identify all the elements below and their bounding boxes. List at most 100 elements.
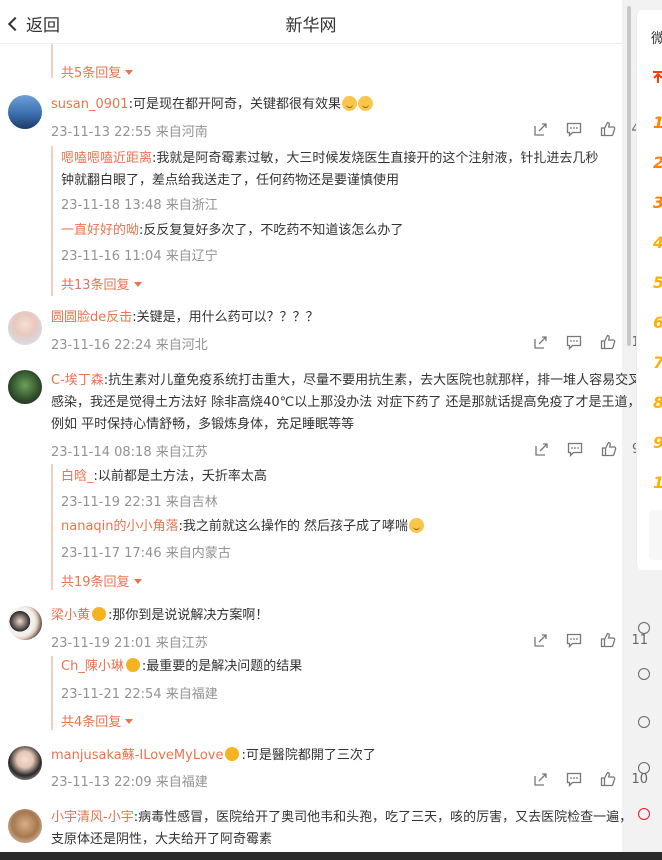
crown-badge-icon	[225, 747, 240, 761]
comment-meta: 23-11-14 08:18 来自江苏	[51, 445, 208, 460]
reply-author[interactable]: 白晗_	[61, 469, 94, 484]
reply-meta: 23-11-16 11:04 来自辽宁	[61, 249, 218, 264]
comment-meta: 23-11-19 21:01 来自江苏	[51, 636, 208, 651]
comment-icon[interactable]	[557, 120, 591, 138]
rank-number[interactable]: 4	[653, 233, 662, 252]
page-title: 新华网	[285, 16, 337, 36]
comment-text: :关键是，用什么药可以？？？？	[132, 310, 319, 325]
comment-actions: 11	[523, 631, 648, 649]
like-icon[interactable]	[591, 120, 625, 138]
rank-number[interactable]: 8	[653, 393, 662, 412]
rank-number[interactable]: 5	[653, 273, 662, 292]
avatar[interactable]	[8, 95, 42, 129]
pinned-arrow-icon	[651, 70, 662, 84]
comment-actions: 42	[523, 120, 648, 138]
reply-item: nanaqin的小小角落:我之前就这么操作的 然后孩子成了哮喘	[61, 516, 601, 538]
comment-body: manjusaka蘇-ILoveMyLove :可是醫院都開了三次了	[51, 745, 644, 767]
rank-number[interactable]: 9	[653, 433, 662, 452]
comment-author[interactable]: manjusaka蘇-ILoveMyLove	[51, 748, 223, 763]
comment-icon[interactable]	[557, 631, 591, 649]
caret-down-icon	[133, 579, 142, 584]
footer-links	[636, 612, 662, 852]
rank-number[interactable]: 2	[653, 153, 662, 172]
reply-text: :我之前就这么操作的 然后孩子成了哮喘	[178, 519, 409, 534]
crown-badge-icon	[92, 607, 107, 621]
scrollbar-thumb[interactable]	[627, 6, 631, 346]
reply-box: 白晗_:以前都是土方法，夭折率太高 23-11-19 22:31 来自吉林 na…	[51, 464, 601, 590]
reply-box: Ch_陳小琳:最重要的是解决问题的结果 23-11-21 22:54 来自福建 …	[51, 656, 601, 730]
panel-card[interactable]	[649, 510, 662, 560]
like-icon[interactable]	[592, 440, 626, 458]
rank-number[interactable]: 1	[653, 113, 662, 132]
reply-author[interactable]: Ch_陳小琳	[61, 659, 124, 674]
reply-author[interactable]: nanaqin的小小角落	[61, 519, 179, 534]
crown-badge-icon	[125, 658, 140, 672]
reply-thread-line	[51, 44, 53, 78]
avatar[interactable]	[8, 746, 42, 780]
comment-text: :可是醫院都開了三次了	[241, 748, 376, 763]
comment-meta: 23-11-16 22:24 来自河北	[51, 338, 208, 353]
emoji-icon	[341, 96, 357, 111]
like-icon[interactable]	[591, 333, 625, 351]
top-bar: 返回 新华网	[0, 0, 622, 44]
reply-item: 嗯嗑嗯嗑近距离:我就是阿奇霉素过敏，大三时候发烧医生直接开的这个注射液，针扎进去…	[61, 148, 611, 192]
reply-text: :反反复复好多次了，不吃药不知道该怎么办了	[139, 223, 404, 238]
reply-box: 嗯嗑嗯嗑近距离:我就是阿奇霉素过敏，大三时候发烧医生直接开的这个注射液，针扎进去…	[51, 146, 611, 296]
reply-meta: 23-11-18 13:48 来自浙江	[61, 198, 218, 213]
caret-down-icon	[125, 719, 134, 724]
comment-text: :病毒性感冒，医院给开了奥司他韦和头孢，吃了三天，咳的厉害，又去医院检查一遍，支…	[51, 810, 633, 847]
share-icon[interactable]	[523, 631, 557, 649]
like-icon[interactable]	[591, 770, 625, 788]
reply-item: 一直好好的呦:反反复复好多次了，不吃药不知道该怎么办了	[61, 220, 611, 242]
bottom-bar	[0, 852, 662, 860]
emoji-icon	[409, 518, 425, 533]
more-replies-link[interactable]: 共13条回复	[61, 274, 142, 293]
reply-meta: 23-11-21 22:54 来自福建	[61, 687, 218, 702]
share-icon[interactable]	[523, 770, 557, 788]
comment-author[interactable]: 梁小黄	[51, 608, 90, 623]
comment-text: :抗生素对儿童免疫系统打击重大，尽量不要用抗生素，去大医院也就那样，排一堆人容易…	[51, 373, 642, 432]
comment-author[interactable]: susan_0901	[51, 97, 129, 112]
share-icon[interactable]	[524, 440, 558, 458]
rank-number[interactable]: 7	[653, 353, 662, 372]
hot-search-panel: 微 1 2 3 4 5 6 7 8 9 10	[636, 10, 662, 570]
reply-item: 白晗_:以前都是土方法，夭折率太高	[61, 466, 601, 488]
panel-title: 微	[651, 28, 662, 48]
emoji-icon	[357, 96, 373, 111]
comment-author[interactable]: C-埃丁森	[51, 373, 104, 388]
comment-icon[interactable]	[558, 440, 592, 458]
avatar[interactable]	[8, 370, 42, 404]
like-icon[interactable]	[591, 631, 625, 649]
comment-actions: 9	[524, 440, 648, 458]
comment-meta: 23-11-13 22:55 来自河南	[51, 125, 208, 140]
avatar[interactable]	[8, 809, 42, 843]
refresh-icon	[638, 622, 650, 634]
reply-text: :最重要的是解决问题的结果	[141, 659, 303, 674]
reply-item: Ch_陳小琳 :最重要的是解决问题的结果	[61, 656, 601, 678]
reply-author[interactable]: 嗯嗑嗯嗑近距离	[61, 151, 152, 166]
comment-author[interactable]: 小宇清风-小宇	[51, 810, 134, 825]
rank-number[interactable]: 6	[653, 313, 662, 332]
comment-icon[interactable]	[557, 333, 591, 351]
comment-actions: 18	[523, 333, 648, 351]
rank-number[interactable]: 10	[653, 473, 662, 492]
reply-meta: 23-11-19 22:31 来自吉林	[61, 495, 218, 510]
share-icon[interactable]	[523, 120, 557, 138]
share-icon[interactable]	[523, 333, 557, 351]
avatar[interactable]	[8, 311, 42, 345]
more-replies-link[interactable]: 共19条回复	[61, 571, 142, 590]
comment-body: susan_0901:可是现在都开阿奇，关键都很有效果	[51, 94, 644, 116]
comment-actions: 10	[523, 770, 648, 788]
reply-meta: 23-11-17 17:46 来自内蒙古	[61, 546, 231, 561]
reply-author[interactable]: 一直好好的呦	[61, 223, 139, 238]
more-replies-link[interactable]: 共4条回复	[61, 711, 134, 730]
comment-text: :那你到是说说解决方案啊！	[108, 608, 269, 623]
avatar[interactable]	[8, 606, 42, 640]
comment-body: 梁小黄 :那你到是说说解决方案啊！	[51, 605, 644, 627]
comment-author[interactable]: 圆圆脸de反击	[51, 310, 132, 325]
comment-icon[interactable]	[557, 770, 591, 788]
more-replies-link[interactable]: 共5条回复	[61, 62, 134, 81]
caret-down-icon	[133, 282, 142, 287]
user-icon	[638, 762, 650, 774]
rank-number[interactable]: 3	[653, 193, 662, 212]
